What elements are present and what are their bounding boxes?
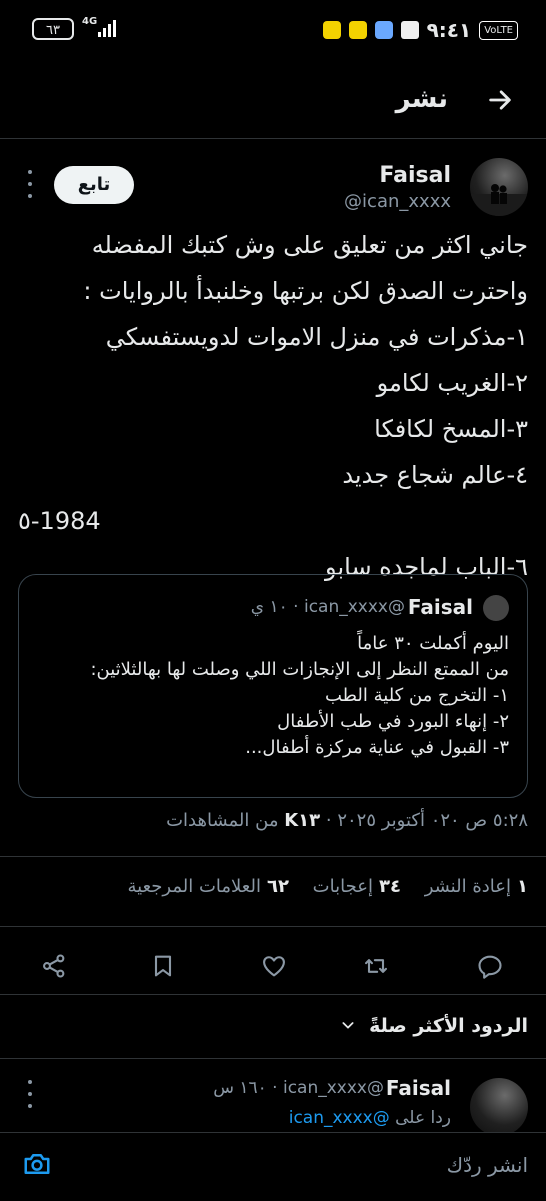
author-name[interactable]: Faisal [379, 163, 451, 188]
page-title: نشر [395, 84, 448, 114]
heart-icon[interactable] [254, 946, 294, 986]
follow-button[interactable]: تابع [54, 166, 134, 204]
quote-line: ٢- إنهاء البورد في طب الأطفال [277, 711, 509, 732]
replying-to: ردا على @ican_xxxx [289, 1108, 451, 1128]
share-icon[interactable] [34, 946, 74, 986]
status-bar: ٦٣ 4G ٩:٤١ VoLTE [0, 0, 546, 64]
reply-author-handle: @ican_xxxx · ١٦٠ س [213, 1078, 384, 1098]
divider [0, 994, 546, 995]
divider [0, 926, 546, 927]
reply-input[interactable]: انشر ردّك [447, 1153, 528, 1177]
likes-label: إعجابات [312, 876, 373, 897]
quote-line: اليوم أكملت ٣٠ عاماً [357, 633, 509, 654]
likes-count: ٣٤ [378, 876, 401, 897]
post-line: ١-مذكرات في منزل الاموات لدويستفسكي [105, 323, 528, 351]
clock: ٩:٤١ [426, 18, 472, 42]
post-line: ٢-الغريب لكامو [376, 369, 528, 397]
post-line: ٣-المسخ لكافكا [374, 415, 528, 443]
chevron-down-icon [340, 1016, 356, 1038]
reply-composer[interactable]: انشر ردّك [0, 1132, 546, 1201]
bookmark-icon[interactable] [143, 946, 183, 986]
battery-indicator: ٦٣ [32, 18, 74, 40]
reply-author-name[interactable]: Faisal [386, 1076, 451, 1100]
views-count[interactable]: K١٣ [284, 810, 320, 831]
views-label: من المشاهدات [166, 810, 279, 831]
reposts-label: إعادة النشر [424, 876, 511, 897]
reply-icon[interactable] [470, 946, 510, 986]
network-type: 4G [82, 16, 98, 27]
divider [0, 856, 546, 857]
author-handle[interactable]: @ican_xxxx [344, 191, 451, 212]
quote-line: من الممتع النظر إلى الإنجازات اللي وصلت … [90, 659, 509, 680]
post-line: ٥-1984 [18, 507, 101, 535]
app-icon [374, 21, 393, 39]
bookmarks-label: العلامات المرجعية [127, 876, 261, 897]
post-line: ٤-عالم شجاع جديد [342, 461, 528, 489]
avatar[interactable] [470, 1078, 528, 1132]
more-options-icon[interactable] [23, 1080, 37, 1108]
repost-icon[interactable] [356, 946, 396, 986]
quoted-post[interactable]: Faisal @ican_xxxx · ١٠ ي اليوم أكملت ٣٠ … [18, 574, 528, 798]
snapchat-icon [322, 21, 341, 39]
post-timestamp: ٥:٢٨ ص ٠٢٠ أكتوبر ٢٠٢٥ · [325, 810, 528, 831]
post-meta: ٥:٢٨ ص ٠٢٠ أكتوبر ٢٠٢٥ · K١٣ من المشاهدا… [166, 810, 528, 831]
signal-icon [98, 17, 116, 37]
reply-item[interactable]: Faisal @ican_xxxx · ١٦٠ س ردا على @ican_… [0, 1070, 546, 1132]
divider [0, 1058, 546, 1059]
replying-handle[interactable]: @ican_xxxx [289, 1108, 390, 1128]
avatar[interactable] [470, 158, 528, 216]
post-stats: ١ إعادة النشر ٣٤إعجابات ٦٢العلامات المرجع… [128, 876, 528, 897]
quote-author-handle: @ican_xxxx · ١٠ ي [250, 597, 405, 617]
likes-stat[interactable]: ٣٤إعجابات [313, 876, 401, 897]
post-text: جاني اكثر من تعليق على وش كتبك المفضله و… [18, 222, 528, 590]
sort-label: الردود الأكثر صلةً [369, 1015, 528, 1037]
reposts-stat[interactable]: ١ إعادة النشر [425, 876, 528, 897]
app-icon [400, 21, 419, 39]
sort-replies-dropdown[interactable]: الردود الأكثر صلةً [340, 1015, 528, 1038]
post-line: واحترت الصدق لكن برتبها وخلنبدأ بالروايا… [83, 277, 528, 305]
arrow-right-icon[interactable] [482, 82, 518, 118]
status-right: ٩:٤١ VoLTE [322, 18, 518, 42]
replying-prefix: ردا على [395, 1108, 451, 1128]
snapchat-icon [348, 21, 367, 39]
quote-author-name: Faisal [407, 595, 473, 619]
more-options-icon[interactable] [23, 170, 37, 198]
bookmarks-stat[interactable]: ٦٢العلامات المرجعية [128, 876, 289, 897]
bookmarks-count: ٦٢ [266, 876, 289, 897]
quote-line: ١- التخرج من كلية الطب [324, 685, 509, 706]
volte-badge: VoLTE [479, 20, 518, 40]
quote-text: اليوم أكملت ٣٠ عاماً من الممتع النظر إلى… [39, 631, 509, 761]
reposts-count: ١ [517, 876, 528, 897]
camera-icon[interactable] [20, 1147, 54, 1181]
quote-line: ٣- القبول في عناية مركزة أطفال... [245, 737, 509, 758]
post-line: جاني اكثر من تعليق على وش كتبك المفضله [91, 231, 528, 259]
avatar [483, 595, 509, 621]
action-bar [0, 938, 546, 992]
header: نشر [0, 64, 546, 139]
